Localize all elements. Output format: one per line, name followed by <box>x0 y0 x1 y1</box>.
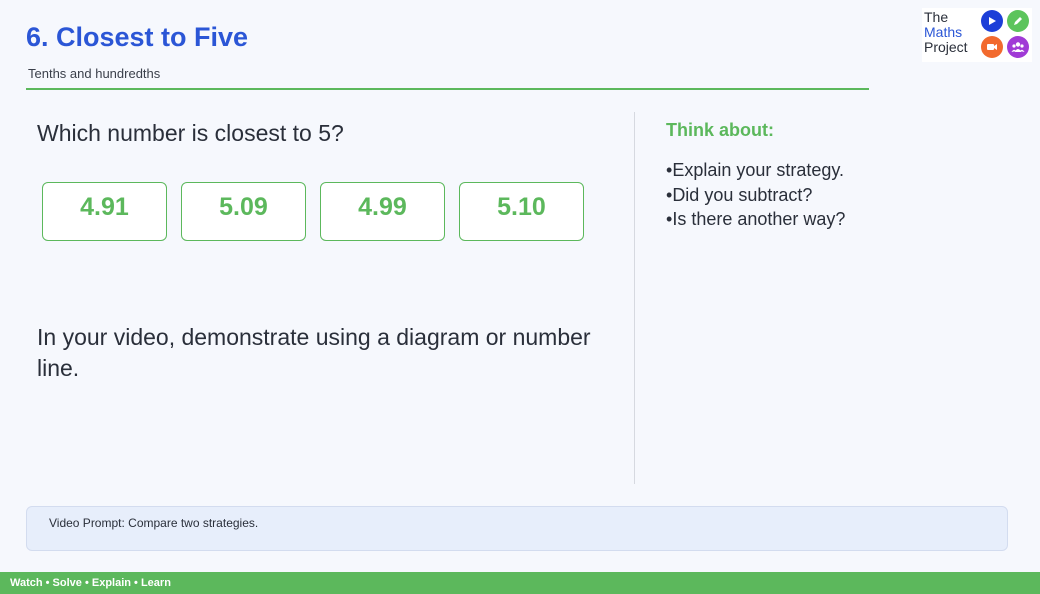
play-icon <box>981 10 1003 32</box>
think-about-list: Explain your strategy. Did you subtract?… <box>666 158 845 232</box>
think-about-heading: Think about: <box>666 120 774 140</box>
question-text: Which number is closest to 5? <box>37 120 344 146</box>
logo-text: The Maths Project <box>924 10 968 55</box>
option-card[interactable]: 5.10 <box>459 182 584 241</box>
think-item: Did you subtract? <box>666 183 845 208</box>
maths-project-logo: The Maths Project <box>922 8 1032 62</box>
video-prompt-box: Video Prompt: Compare two strategies. <box>26 506 1008 551</box>
logo-line-2: Maths <box>924 24 963 40</box>
footer-tagline: Watch • Solve • Explain • Learn <box>10 577 171 589</box>
pencil-icon <box>1007 10 1029 32</box>
think-item: Explain your strategy. <box>666 158 845 183</box>
answer-options: 4.91 5.09 4.99 5.10 <box>42 182 584 241</box>
footer-bar: Watch • Solve • Explain • Learn <box>0 572 1040 594</box>
page-title: 6. Closest to Five <box>26 22 249 52</box>
think-item: Is there another way? <box>666 207 845 232</box>
option-card[interactable]: 4.91 <box>42 182 167 241</box>
logo-line-3: Project <box>924 39 968 55</box>
column-divider <box>634 112 635 484</box>
option-card[interactable]: 4.99 <box>320 182 445 241</box>
header-divider <box>26 88 869 90</box>
video-instruction: In your video, demonstrate using a diagr… <box>37 324 591 381</box>
video-camera-icon <box>981 36 1003 58</box>
option-card[interactable]: 5.09 <box>181 182 306 241</box>
page-subtitle: Tenths and hundredths <box>28 66 161 81</box>
video-prompt-text: Video Prompt: Compare two strategies. <box>49 516 259 530</box>
people-icon <box>1007 36 1029 58</box>
logo-line-1: The <box>924 9 949 25</box>
